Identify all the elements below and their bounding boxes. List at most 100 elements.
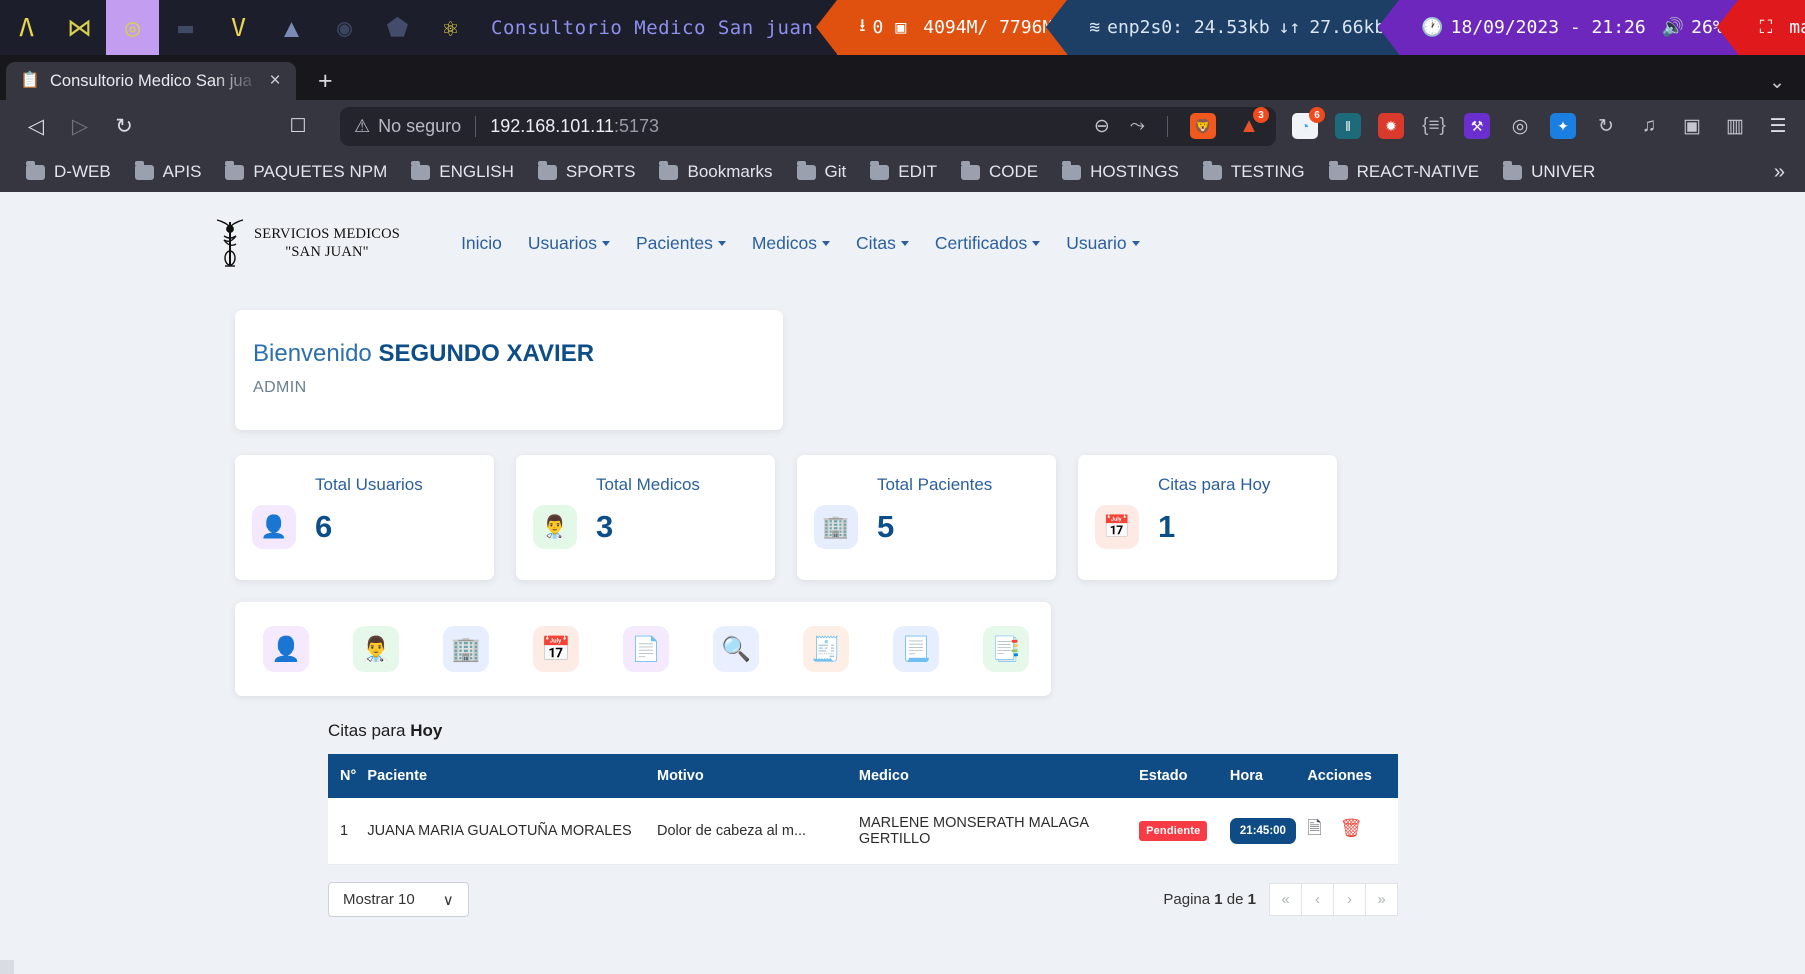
- os-app-launcher[interactable]: Λ⋈◎▬V▲◉⬟⚛: [0, 0, 477, 55]
- address-bar[interactable]: ⚠ No seguro 192.168.101.11 :5173 ⊖ ⤳ 🦁 ▲…: [340, 107, 1276, 146]
- arch-logo-icon[interactable]: Λ: [0, 0, 53, 55]
- page-size-select[interactable]: Mostrar 10 ∨: [328, 882, 469, 917]
- nav-link-citas[interactable]: Citas: [843, 227, 922, 260]
- stat-card-total-pacientes[interactable]: Total Pacientes🏢5: [797, 455, 1056, 580]
- quick-pdf-icon[interactable]: 📄: [623, 626, 669, 672]
- security-warning[interactable]: ⚠ No seguro: [354, 116, 461, 137]
- bookmark-label: EDIT: [898, 162, 937, 182]
- bookmark-d-web[interactable]: D-WEB: [14, 162, 123, 182]
- quick-receipt-icon[interactable]: 🧾: [803, 626, 849, 672]
- stat-value: 5: [877, 509, 894, 545]
- next-page-button[interactable]: ›: [1333, 883, 1366, 916]
- bookmark-apis[interactable]: APIS: [123, 162, 214, 182]
- ext-target-icon[interactable]: ◎: [1507, 113, 1533, 139]
- bookmark-bookmarks[interactable]: Bookmarks: [647, 162, 784, 182]
- bookmark-english[interactable]: ENGLISH: [399, 162, 526, 182]
- bookmark-label: REACT-NATIVE: [1357, 162, 1479, 182]
- quick-report-icon[interactable]: 📑: [983, 626, 1029, 672]
- column-header-motivo: Motivo: [657, 754, 859, 798]
- url-port: :5173: [614, 116, 659, 137]
- nav-link-inicio[interactable]: Inicio: [448, 227, 515, 260]
- cpu-icon: ▣: [895, 17, 906, 38]
- last-page-button[interactable]: »: [1365, 883, 1398, 916]
- quick-user-icon[interactable]: 👤: [263, 626, 309, 672]
- quick-document-icon[interactable]: 📃: [893, 626, 939, 672]
- nav-link-pacientes[interactable]: Pacientes: [623, 227, 739, 260]
- quick-hospital-icon[interactable]: 🏢: [443, 626, 489, 672]
- ext-tools-icon[interactable]: ⚒: [1464, 113, 1490, 139]
- browser-tab[interactable]: 📋 Consultorio Medico San jua ×: [6, 62, 296, 100]
- nav-link-medicos[interactable]: Medicos: [739, 227, 843, 260]
- ext-red-icon[interactable]: ✹: [1378, 113, 1404, 139]
- nav-link-usuarios[interactable]: Usuarios: [515, 227, 623, 260]
- bookmark-label: UNIVER: [1531, 162, 1595, 182]
- stat-card-citas-para-hoy[interactable]: Citas para Hoy📅1: [1078, 455, 1337, 580]
- spotify-icon[interactable]: ◉: [318, 0, 371, 55]
- reload-button[interactable]: ↻: [102, 106, 146, 146]
- react-icon[interactable]: ⚛: [424, 0, 477, 55]
- nav-link-usuario[interactable]: Usuario: [1053, 227, 1152, 260]
- ext-loop-icon[interactable]: ↻: [1593, 113, 1619, 139]
- ext-menu-icon[interactable]: ☰: [1765, 113, 1791, 139]
- vlc-icon[interactable]: ▲: [265, 0, 318, 55]
- bookmark-paquetes-npm[interactable]: PAQUETES NPM: [213, 162, 399, 182]
- quick-search-icon[interactable]: 🔍: [713, 626, 759, 672]
- logo-line-1: SERVICIOS MEDICOS: [254, 225, 400, 243]
- brave-shield-icon[interactable]: 🦁: [1190, 113, 1216, 139]
- quick-calendar-icon[interactable]: 📅: [533, 626, 579, 672]
- vim-icon[interactable]: ⋈: [53, 0, 106, 55]
- ext-music-icon[interactable]: ♫: [1636, 113, 1662, 139]
- ext-notes-icon[interactable]: ‖: [1335, 113, 1361, 139]
- caret-down-icon: [602, 241, 610, 246]
- page-size-label: Mostrar 10: [343, 891, 415, 908]
- bookmark-icon[interactable]: ☐: [278, 115, 318, 138]
- zoom-out-icon[interactable]: ⊖: [1094, 115, 1110, 138]
- nav-link-label: Inicio: [461, 233, 502, 253]
- table-row[interactable]: 1JUANA MARIA GUALOTUÑA MORALESDolor de c…: [328, 798, 1398, 865]
- chevron-down-icon: ∨: [443, 891, 454, 909]
- files-icon[interactable]: ▬: [159, 0, 212, 55]
- status-badge: Pendiente: [1139, 821, 1207, 841]
- chevron-down-icon[interactable]: ⌄: [1769, 71, 1785, 94]
- ext-braces-icon[interactable]: {≡}: [1421, 113, 1447, 139]
- site-logo[interactable]: SERVICIOS MEDICOS "SAN JUAN": [212, 214, 400, 272]
- forward-button[interactable]: ▷: [58, 106, 102, 146]
- prev-page-button[interactable]: ‹: [1301, 883, 1334, 916]
- chrome-icon[interactable]: ◎: [106, 0, 159, 55]
- krita-icon[interactable]: V: [212, 0, 265, 55]
- delete-icon[interactable]: 🗑: [1340, 818, 1363, 838]
- stat-card-total-medicos[interactable]: Total Medicos👨‍⚕3: [516, 455, 775, 580]
- fullscreen-icon: ⛶: [1760, 17, 1773, 38]
- quick-doctor-icon[interactable]: 👨‍⚕: [353, 626, 399, 672]
- caret-down-icon: [1032, 241, 1040, 246]
- ext-panel-icon[interactable]: ▣: [1679, 113, 1705, 139]
- stat-card-total-usuarios[interactable]: Total Usuarios👤6: [235, 455, 494, 580]
- postgres-icon[interactable]: ⬟: [371, 0, 424, 55]
- bookmarks-overflow-button[interactable]: »: [1774, 161, 1791, 184]
- column-header-medico: Medico: [859, 754, 1139, 798]
- ext-water-icon[interactable]: ◔6: [1292, 113, 1318, 139]
- alert-icon[interactable]: ▲ 3: [1236, 113, 1262, 139]
- bookmark-git[interactable]: Git: [785, 162, 859, 182]
- view-document-icon[interactable]: 🗎: [1307, 818, 1321, 838]
- folder-icon: [797, 165, 816, 180]
- nav-link-certificados[interactable]: Certificados: [922, 227, 1053, 260]
- table-header-row: N°PacienteMotivoMedicoEstadoHoraAcciones: [328, 754, 1398, 798]
- first-page-button[interactable]: «: [1269, 883, 1302, 916]
- ext-blue-icon[interactable]: ✦: [1550, 113, 1576, 139]
- column-header-estado: Estado: [1139, 754, 1230, 798]
- new-tab-button[interactable]: +: [318, 67, 333, 96]
- bookmark-edit[interactable]: EDIT: [858, 162, 949, 182]
- share-icon[interactable]: ⤳: [1130, 115, 1145, 137]
- bookmark-testing[interactable]: TESTING: [1191, 162, 1317, 182]
- pagination-buttons: «‹›»: [1270, 883, 1398, 916]
- bookmark-sports[interactable]: SPORTS: [526, 162, 648, 182]
- back-button[interactable]: ◁: [14, 106, 58, 146]
- close-tab-icon[interactable]: ×: [264, 70, 286, 92]
- bookmark-hostings[interactable]: HOSTINGS: [1050, 162, 1191, 182]
- ext-card-icon[interactable]: ▥: [1722, 113, 1748, 139]
- bookmark-code[interactable]: CODE: [949, 162, 1050, 182]
- bookmark-univer[interactable]: UNIVER: [1491, 162, 1607, 182]
- caret-down-icon: [822, 241, 830, 246]
- bookmark-react-native[interactable]: REACT-NATIVE: [1317, 162, 1491, 182]
